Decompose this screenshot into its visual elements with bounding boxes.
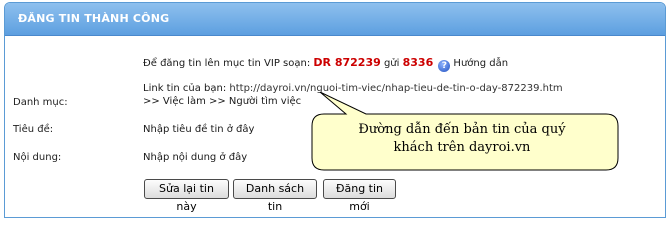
content-label: Nội dung: [13,152,62,163]
post-list-button[interactable]: Danh sách tin [233,179,317,213]
post-link-label: Link tin của bạn: [143,83,227,94]
vip-send-word: gửi [383,58,400,69]
vip-prefix-text: Để đăng tin lên mục tin VIP soạn: [143,58,311,69]
category-label: Danh mục: [13,97,68,108]
panel-header: ĐĂNG TIN THÀNH CÔNG [5,3,665,36]
callout-line-2: khách trên dayroi.vn [393,140,531,155]
callout-line-1: Đường dẫn đến bản tin của quý [358,122,566,137]
category-value: >> Việc làm >> Người tìm việc [143,96,302,107]
vip-sms-code: DR 872239 [313,56,381,69]
edit-post-button[interactable]: Sửa lại tin này [144,179,229,213]
title-value: Nhập tiêu đề tin ở đây [143,124,255,135]
callout-text: Đường dẫn đến bản tin của quý khách trên… [314,121,610,157]
new-post-button[interactable]: Đăng tin mới [323,179,396,213]
title-label: Tiêu đề: [13,124,54,135]
help-icon: ? [438,60,451,72]
content-value: Nhập nội dung ở đây [143,152,248,163]
vip-instructions: Để đăng tin lên mục tin VIP soạn: DR 872… [143,56,508,72]
vip-sms-number: 8336 [402,56,434,69]
help-link-label: Hướng dẫn [453,58,509,69]
help-link[interactable]: ? Hướng dẫn [438,58,509,72]
page-title: ĐĂNG TIN THÀNH CÔNG [18,12,170,25]
